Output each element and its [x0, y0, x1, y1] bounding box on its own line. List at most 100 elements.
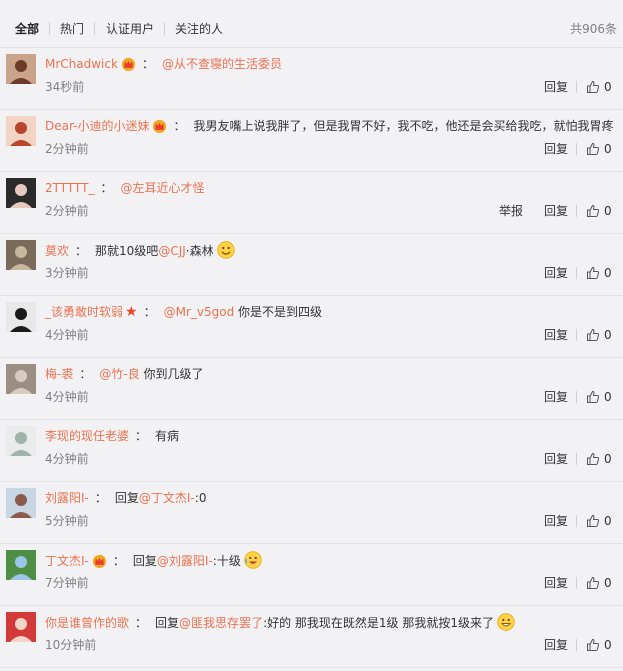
comment-text: 那就10级吧	[95, 244, 159, 258]
mention-link[interactable]: @匪我思存罢了	[179, 616, 263, 630]
action-divider	[576, 329, 577, 341]
username-link[interactable]: 梅-裘	[45, 367, 73, 381]
like-button[interactable]: 0	[586, 202, 612, 220]
avatar[interactable]	[6, 612, 36, 642]
colon-separator: ：	[173, 119, 186, 133]
username-link[interactable]: 2TTTTT_	[45, 181, 94, 195]
mention-link[interactable]: @丁文杰I-	[139, 491, 195, 505]
username-link[interactable]: 李现的现任老婆	[45, 429, 129, 443]
comment-text: 你是不是到四级	[234, 305, 323, 319]
tab-divider	[164, 22, 165, 35]
comment-row: 你是谁曾作的歌：回复@匪我思存罢了:好的 那我现在既然是1级 那我就按1级来了 1…	[0, 606, 623, 668]
username-link[interactable]: 你是谁曾作的歌	[45, 616, 129, 630]
reply-button[interactable]: 回复	[544, 450, 568, 468]
comment-content: 李现的现任老婆 ： 有病	[45, 427, 179, 445]
like-button[interactable]: 0	[586, 574, 612, 592]
thumbs-up-icon	[587, 266, 600, 279]
avatar[interactable]	[6, 550, 36, 580]
reply-button[interactable]: 回复	[544, 326, 568, 344]
thumbs-up-icon	[587, 328, 600, 341]
avatar[interactable]	[6, 178, 36, 208]
comment-content: 莫欢 ： 那就10级吧@CJJ·森林	[45, 241, 235, 259]
colon-separator: ：	[135, 616, 148, 630]
tab-all[interactable]: 全部	[15, 20, 39, 38]
like-button[interactable]: 0	[586, 326, 612, 344]
thumbs-up-icon	[587, 452, 600, 465]
action-divider	[576, 267, 577, 279]
username-link[interactable]: Dear-小迪的小迷妹	[45, 119, 149, 133]
comment-text: 回复	[132, 554, 157, 568]
star-icon: ★	[125, 304, 138, 320]
comment-text: 有病	[155, 429, 180, 443]
avatar[interactable]	[6, 240, 36, 270]
avatar[interactable]	[6, 426, 36, 456]
reply-button[interactable]: 回复	[544, 202, 568, 220]
comment-content: 梅-裘 ： @竹-良 你到几级了	[45, 365, 204, 383]
username-link[interactable]: 丁文杰I-	[45, 554, 89, 568]
reply-button[interactable]: 回复	[544, 574, 568, 592]
mention-link[interactable]: @刘露阳I-	[157, 554, 213, 568]
like-count: 0	[604, 328, 612, 342]
avatar[interactable]	[6, 302, 36, 332]
like-button[interactable]: 0	[586, 78, 612, 96]
avatar[interactable]	[6, 364, 36, 394]
like-button[interactable]: 0	[586, 388, 612, 406]
like-count: 0	[604, 638, 612, 652]
mention-link[interactable]: @Mr_v5god	[164, 305, 235, 319]
reply-button[interactable]: 回复	[544, 388, 568, 406]
action-divider	[576, 639, 577, 651]
tab-following[interactable]: 关注的人	[175, 20, 223, 38]
tab-verified[interactable]: 认证用户	[106, 20, 154, 38]
thumbs-up-icon	[587, 80, 600, 93]
mention-link[interactable]: @竹-良	[99, 367, 139, 381]
tab-divider	[49, 22, 50, 35]
reply-button[interactable]: 回复	[544, 140, 568, 158]
action-divider	[576, 81, 577, 93]
comment-content: Dear-小迪的小迷妹 ： 我男友嘴上说我胖了，但是我胃不好，我不吃，他还是会买给我…	[45, 117, 614, 135]
report-button[interactable]: 举报	[499, 202, 523, 220]
like-button[interactable]: 0	[586, 140, 612, 158]
colon-separator: ：	[141, 57, 154, 71]
comment-row: 刘露阳I-：回复@丁文杰I-:0 5分钟前 回复 0	[0, 482, 623, 544]
colon-separator: ：	[143, 305, 156, 319]
colon-separator: ：	[79, 367, 92, 381]
like-count: 0	[604, 142, 612, 156]
comment-content: 你是谁曾作的歌 ： 回复@匪我思存罢了:好的 那我现在既然是1级 那我就按1级来了	[45, 613, 515, 631]
tab-divider	[94, 22, 95, 35]
username-link[interactable]: MrChadwick	[45, 57, 118, 71]
comment-row: 李现的现任老婆 ： 有病 4分钟前 回复 0	[0, 420, 623, 482]
action-divider	[576, 205, 577, 217]
cry-laugh-emoji	[244, 551, 262, 569]
thumbs-up-icon	[587, 576, 600, 589]
username-link[interactable]: 刘露阳I-	[45, 491, 89, 505]
comment-content: 刘露阳I- ： 回复@丁文杰I-:0	[45, 489, 206, 507]
username-link[interactable]: _该勇敢时软弱	[45, 305, 123, 319]
comment-text: :0	[194, 491, 207, 505]
reply-button[interactable]: 回复	[544, 512, 568, 530]
comment-content: _该勇敢时软弱 ★ ： @Mr_v5god 你是不是到四级	[45, 303, 322, 321]
action-divider	[576, 143, 577, 155]
comment-row: MrChadwick ： @从不查寝的生活委员 34秒前 回复 0	[0, 48, 623, 110]
like-button[interactable]: 0	[586, 450, 612, 468]
like-count: 0	[604, 576, 612, 590]
avatar[interactable]	[6, 488, 36, 518]
comment-content: MrChadwick ： @从不查寝的生活委员	[45, 55, 282, 73]
avatar[interactable]	[6, 116, 36, 146]
comment-text: ·森林	[185, 244, 214, 258]
total-count: 共906条	[570, 22, 617, 36]
comment-time: 4分钟前	[45, 390, 89, 404]
avatar[interactable]	[6, 54, 36, 84]
like-button[interactable]: 0	[586, 512, 612, 530]
reply-button[interactable]: 回复	[544, 78, 568, 96]
mention-link[interactable]: @左耳近心才怪	[120, 181, 204, 195]
tab-hot[interactable]: 热门	[60, 20, 84, 38]
mention-link[interactable]: @从不查寝的生活委员	[162, 57, 282, 71]
like-button[interactable]: 0	[586, 264, 612, 282]
action-divider	[576, 577, 577, 589]
comment-content: 2TTTTT_ ： @左耳近心才怪	[45, 179, 204, 197]
reply-button[interactable]: 回复	[544, 636, 568, 654]
username-link[interactable]: 莫欢	[45, 244, 69, 258]
mention-link[interactable]: @CJJ	[158, 244, 185, 258]
reply-button[interactable]: 回复	[544, 264, 568, 282]
like-button[interactable]: 0	[586, 636, 612, 654]
